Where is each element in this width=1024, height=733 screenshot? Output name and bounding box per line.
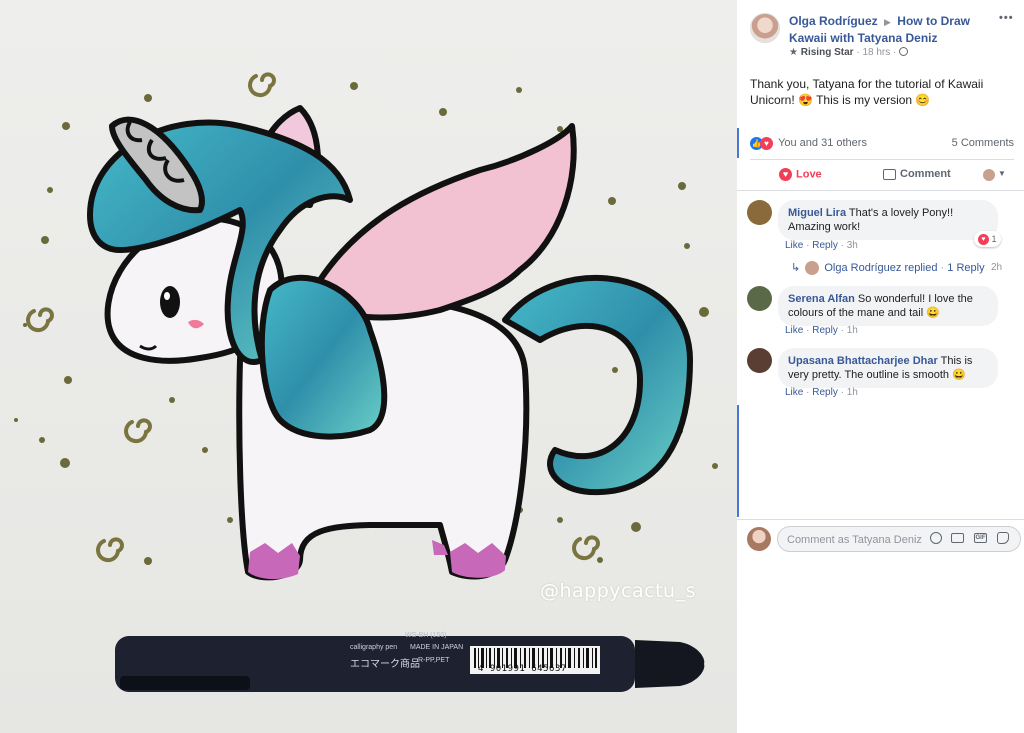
like-link[interactable]: Like [785,240,803,251]
comment-actions: Like · Reply · 1h [785,325,858,336]
comment-reaction-badge[interactable]: ♥ 1 [974,231,1001,247]
comment-input[interactable]: Comment as Tatyana Deniz GIF [777,526,1021,552]
replier-avatar [805,261,820,276]
more-options-button[interactable]: ••• [999,12,1014,24]
current-user-avatar [747,527,771,551]
heart-icon: ♥ [779,168,792,181]
reply-link[interactable]: Reply [812,240,838,251]
reply-verb: replied [904,262,938,274]
reply-link[interactable]: Reply [812,325,838,336]
post-meta: ★ Rising Star · 18 hrs · [789,46,909,59]
screen: @happycactu_s WS-BH (150) calligraphy pe… [0,0,1024,733]
commenter-avatar[interactable] [747,286,772,311]
commenter-name[interactable]: Miguel Lira [788,207,846,219]
like-link[interactable]: Like [785,387,803,398]
post-side-panel: Olga Rodríguez ▶ How to Draw Kawaii with… [737,0,1024,733]
like-link[interactable]: Like [785,325,803,336]
caret-right-icon: ▶ [884,17,891,27]
comment-label: Comment [900,168,951,180]
view-replies[interactable]: ↳ Olga Rodríguez replied · 1 Reply [791,261,985,276]
pen-label-mat: R-PP,PET [418,657,450,664]
replier-name: Olga Rodríguez [824,262,902,274]
reply-arrow-icon: ↳ [791,262,801,274]
love-reaction-icon: ♥ [760,136,773,150]
comment-time[interactable]: 1h [847,387,858,398]
gif-icon[interactable]: GIF [974,533,987,543]
comment-bubble: Miguel Lira That's a lovely Pony!! Amazi… [778,200,998,240]
comment-bubble: Serena Alfan So wonderful! I love the co… [778,286,998,326]
comment-time[interactable]: 1h [847,325,858,336]
post-photo[interactable]: @happycactu_s WS-BH (150) calligraphy pe… [0,0,737,733]
post-header: Olga Rodríguez ▶ How to Draw Kawaii with… [789,13,997,46]
love-reaction-icon: ♥ [978,234,989,246]
divider [737,519,1024,520]
comment-reaction-count: 1 [991,234,997,244]
post-time[interactable]: 18 hrs [862,47,890,58]
scroll-indicator [737,405,739,517]
reply-dot: · [940,262,945,274]
reply-time: 2h [991,262,1003,273]
unicorn-drawing [0,0,737,733]
pen-model: WS-BH (150) [405,632,447,639]
comment-bubble: Upasana Bhattacharjee Dhar This is very … [778,348,998,388]
user-avatar-small [983,169,995,181]
comment-time[interactable]: 3h [847,240,858,251]
commenter-name[interactable]: Upasana Bhattacharjee Dhar [788,355,938,367]
reactions-text: You and 31 others [778,137,867,149]
love-button[interactable]: ♥ Love [779,168,822,181]
divider [737,190,1024,191]
emoji-icon[interactable] [930,532,942,544]
scroll-indicator [737,128,739,158]
watermark: @happycactu_s [540,580,696,602]
comment-icon [883,168,896,180]
comments-count[interactable]: 5 Comments [952,137,1014,149]
author-avatar[interactable] [750,13,780,43]
commenter-avatar[interactable] [747,348,772,373]
reactions-summary[interactable]: 👍 ♥ You and 31 others [750,136,867,150]
camera-icon[interactable] [951,533,964,543]
reaction-selector[interactable]: ▼ [983,167,1009,183]
pen-barcode: 4 901991 645637 [478,664,567,674]
globe-icon [899,47,909,56]
post-text: Thank you, Tatyana for the tutorial of K… [750,77,984,107]
commenter-avatar[interactable] [747,200,772,225]
commenter-name[interactable]: Serena Alfan [788,293,855,305]
love-label: Love [796,168,822,181]
pen-label-2: MADE IN JAPAN [410,644,464,651]
divider [750,159,1014,160]
reply-link[interactable]: Reply [812,387,838,398]
comment-actions: Like · Reply · 1h [785,387,858,398]
pen-label-1: calligraphy pen [350,644,398,651]
rising-star-badge: Rising Star [800,47,854,58]
comment-actions: Like · Reply · 3h [785,240,858,251]
chevron-down-icon: ▼ [998,169,1006,178]
comment-button[interactable]: Comment [883,168,951,180]
comment-placeholder: Comment as Tatyana Deniz [787,534,922,546]
reply-count: 1 Reply [947,262,985,274]
star-icon: ★ [789,47,798,58]
sticker-icon[interactable] [997,532,1009,544]
author-name[interactable]: Olga Rodríguez [789,14,878,28]
pen-label-mark: エコマーク商品 [350,659,420,670]
